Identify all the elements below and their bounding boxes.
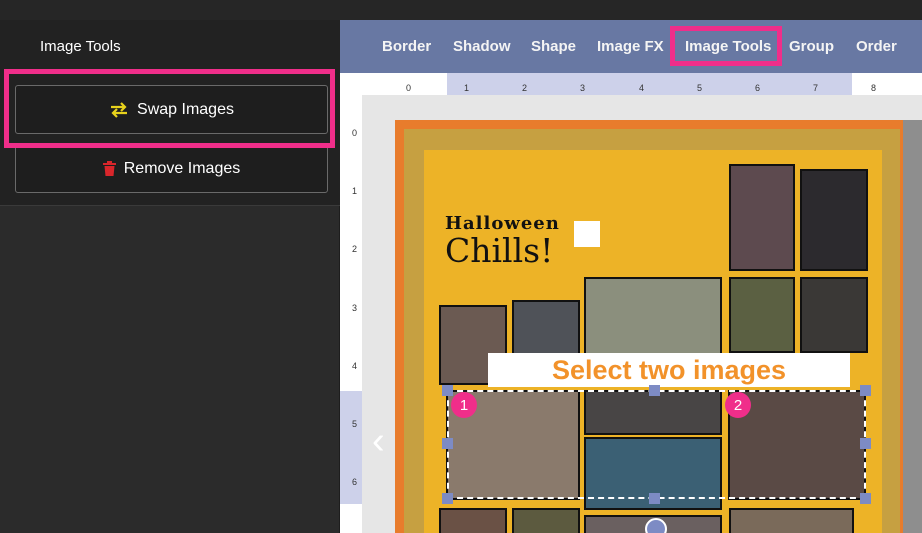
tab-border[interactable]: Border [382, 38, 431, 55]
ruler-page-band [447, 73, 852, 95]
resize-handle[interactable] [442, 385, 453, 396]
ruler-number: 4 [352, 361, 358, 371]
resize-handle[interactable] [442, 493, 453, 504]
chevron-left-icon[interactable]: ‹ [372, 420, 385, 463]
selection-badge-1: 1 [451, 392, 477, 418]
selection-badge-2: 2 [725, 392, 751, 418]
photo-slot[interactable] [800, 169, 868, 271]
photo-slot[interactable] [729, 164, 795, 271]
horizontal-ruler: 0 1 2 3 4 5 6 7 8 [340, 73, 922, 95]
ruler-number: 2 [522, 83, 528, 93]
select-two-images-banner: Select two images [488, 353, 850, 387]
ruler-number: 1 [464, 83, 470, 93]
design-canvas[interactable]: Halloween Chills! Select two images 1 2 … [362, 95, 922, 533]
ruler-number: 6 [755, 83, 761, 93]
ruler-page-band [340, 391, 362, 504]
remove-images-label: Remove Images [123, 159, 241, 177]
vertical-scrollbar[interactable] [903, 120, 922, 533]
ruler-number: 5 [697, 83, 703, 93]
trash-icon [102, 161, 116, 176]
panel-title: Image Tools [40, 38, 121, 55]
resize-handle[interactable] [860, 385, 871, 396]
photo-slot[interactable] [439, 508, 507, 533]
resize-handle[interactable] [649, 385, 660, 396]
resize-handle[interactable] [649, 493, 660, 504]
ruler-number: 2 [352, 244, 358, 254]
photo-slot[interactable] [729, 508, 854, 533]
ruler-number: 6 [352, 477, 358, 487]
resize-handle[interactable] [860, 438, 871, 449]
top-bar [0, 0, 922, 20]
tab-order[interactable]: Order [856, 38, 897, 55]
photo-slot[interactable] [512, 508, 580, 533]
ruler-number: 5 [352, 419, 358, 429]
ruler-number: 7 [813, 83, 819, 93]
tab-shape[interactable]: Shape [531, 38, 576, 55]
title-line-2: Chills! [445, 231, 554, 270]
photo-slot[interactable] [584, 277, 722, 356]
tab-image-fx[interactable]: Image FX [597, 38, 664, 55]
ruler-number: 3 [352, 303, 358, 313]
tab-highlight [670, 26, 782, 66]
ruler-number: 0 [406, 83, 412, 93]
photo-slot[interactable] [729, 277, 795, 353]
photo-slot[interactable] [800, 277, 868, 353]
ruler-number: 3 [580, 83, 586, 93]
page-title[interactable]: Halloween Chills! [445, 213, 560, 268]
ruler-number: 0 [352, 128, 358, 138]
swap-button-highlight [4, 69, 335, 148]
tab-shadow[interactable]: Shadow [453, 38, 511, 55]
resize-handle[interactable] [860, 493, 871, 504]
remove-images-button[interactable]: Remove Images [15, 144, 328, 193]
toolbar: Border Shadow Shape Image FX Image Tools… [340, 20, 922, 73]
selection-box[interactable] [447, 390, 866, 499]
white-square-shape[interactable] [574, 221, 600, 247]
resize-handle[interactable] [442, 438, 453, 449]
ruler-number: 4 [639, 83, 645, 93]
tab-group[interactable]: Group [789, 38, 834, 55]
ruler-number: 1 [352, 186, 358, 196]
vertical-ruler: 0 1 2 3 4 5 6 [340, 95, 362, 533]
ruler-number: 8 [871, 83, 877, 93]
rotate-icon[interactable] [645, 518, 667, 533]
